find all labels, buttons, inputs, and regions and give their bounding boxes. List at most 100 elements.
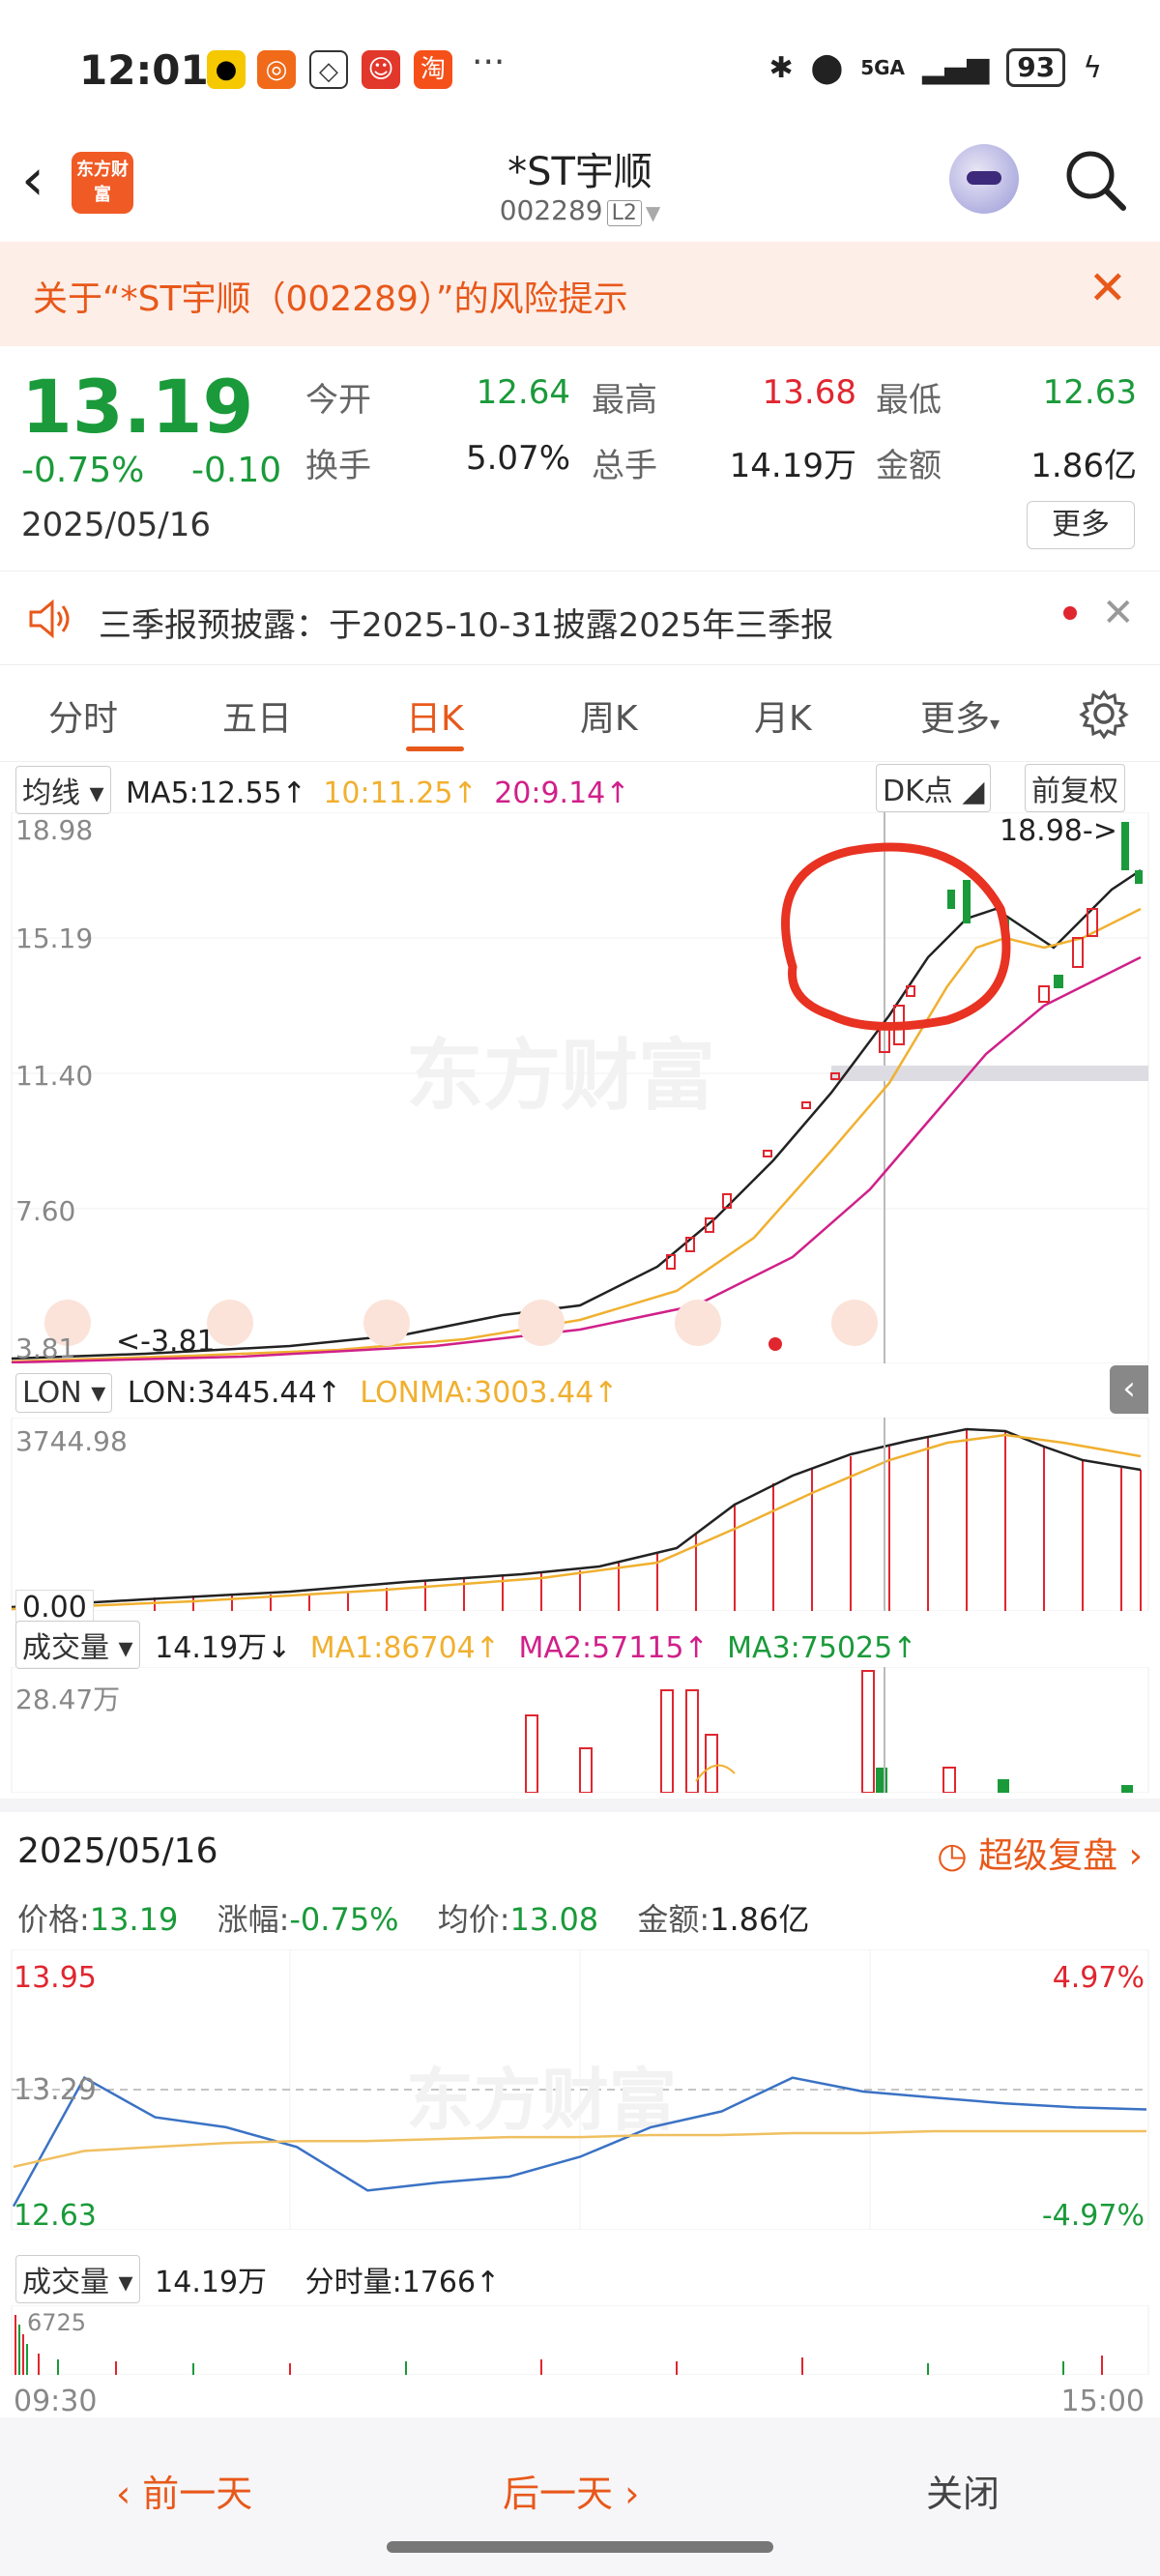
quote-date: 2025/05/16 bbox=[21, 506, 211, 544]
mascot-notification-icon: ☺ bbox=[362, 50, 400, 89]
event-dot bbox=[768, 1337, 782, 1351]
home-indicator[interactable] bbox=[387, 2541, 773, 2553]
ma-select-dropdown[interactable]: 均线 ▾ bbox=[15, 766, 111, 814]
candles bbox=[666, 822, 1143, 1270]
detail-avg: 13.08 bbox=[509, 1901, 599, 1938]
volume-value: 14.19万 bbox=[729, 447, 856, 485]
kline-max-label: 18.98-> bbox=[1000, 814, 1117, 848]
signal-icon: ▂▄▆ bbox=[922, 50, 990, 85]
volume-label: 总手 bbox=[592, 447, 657, 485]
next-day-label: 后一天 bbox=[503, 2473, 614, 2515]
ma-legend: 均线 ▾ MA5:12.55↑ 10:11.25↑ 20:9.14↑ bbox=[15, 766, 629, 814]
turnover-label: 换手 bbox=[305, 447, 371, 485]
kline-y-4: 7.60 bbox=[15, 1195, 76, 1227]
ma-select-label: 均线 bbox=[22, 776, 80, 810]
intraday-y-max: 13.95 bbox=[14, 1961, 97, 1995]
scroll-right-icon[interactable] bbox=[675, 1300, 721, 1346]
day-detail-panel: 2025/05/16 ◷ 超级复盘 › 价格:13.19 涨幅:-0.75% 均… bbox=[0, 1799, 1160, 2437]
intraday-volume-chart bbox=[11, 2305, 1149, 2375]
status-time: 12:01 bbox=[79, 46, 209, 94]
lon-value: LON:3445.44↑ bbox=[127, 1376, 341, 1410]
close-icon[interactable]: ✕ bbox=[1102, 591, 1135, 635]
collapse-panel-icon[interactable]: ‹ bbox=[1110, 1365, 1148, 1414]
tab-weekly-k[interactable]: 周K bbox=[580, 690, 638, 741]
intraday-volume-max: 6725 bbox=[27, 2309, 87, 2336]
gear-icon[interactable] bbox=[1079, 688, 1129, 739]
box-notification-icon: ◇ bbox=[309, 50, 348, 89]
volume-select-dropdown[interactable]: 成交量 ▾ bbox=[15, 1621, 140, 1669]
ma10-line bbox=[11, 907, 1142, 1363]
quote-panel: 13.19 -0.75% -0.10 2025/05/16 今开 12.64 最… bbox=[0, 346, 1160, 559]
intraday-chart[interactable]: 东方财富 bbox=[0, 1949, 1160, 2230]
replay-label: 超级复盘 bbox=[978, 1836, 1118, 1876]
open-value: 12.64 bbox=[476, 373, 570, 412]
time-start: 09:30 bbox=[14, 2385, 98, 2418]
charging-icon: ϟ bbox=[1083, 50, 1102, 85]
hand-drawn-circle bbox=[781, 842, 1011, 1031]
level-badge: L2 bbox=[606, 200, 642, 226]
kline-y-2: 15.19 bbox=[15, 922, 94, 954]
detail-price: 13.19 bbox=[89, 1901, 179, 1938]
tab-more[interactable]: 更多▾ bbox=[920, 690, 1000, 741]
lon-line bbox=[11, 1427, 1142, 1609]
volume-y-max: 28.47万 bbox=[15, 1683, 121, 1715]
change-percent: -0.75% bbox=[21, 451, 145, 490]
adjust-button[interactable]: 前复权 bbox=[1025, 764, 1125, 812]
watermark: 东方财富 bbox=[406, 1031, 715, 1121]
wallet-notification-icon: ◎ bbox=[257, 50, 296, 89]
fullscreen-icon[interactable] bbox=[831, 1300, 878, 1346]
battery-level: 93 bbox=[1006, 48, 1066, 87]
dk-point-button[interactable]: DK点 ◢ bbox=[876, 764, 992, 812]
zoom-in-icon[interactable] bbox=[363, 1300, 410, 1346]
lon-bars bbox=[154, 1429, 1142, 1611]
volume-value: 14.19万↓ bbox=[155, 1631, 292, 1665]
tab-monthly-k[interactable]: 月K bbox=[754, 690, 812, 741]
more-button[interactable]: 更多 bbox=[1027, 501, 1135, 549]
tab-five-day[interactable]: 五日 bbox=[222, 690, 292, 741]
lon-select-dropdown[interactable]: LON ▾ bbox=[15, 1373, 113, 1413]
intraday-volume-select-label: 成交量 bbox=[22, 2266, 109, 2299]
status-bar: 12:01 ● ◎ ◇ ☺ 淘 ··· ✱ ⬤ 5GA ▂▄▆ 93 ϟ bbox=[0, 0, 1160, 140]
close-button[interactable]: 关闭 bbox=[926, 2464, 1000, 2517]
current-price: 13.19 bbox=[21, 364, 254, 450]
intraday-volume-dropdown[interactable]: 成交量 ▾ bbox=[15, 2255, 140, 2303]
intraday-volume-total: 14.19万 bbox=[155, 2266, 268, 2299]
next-day-button[interactable]: 后一天 › bbox=[503, 2464, 639, 2517]
volume-chart bbox=[11, 1667, 1149, 1793]
amount-label: 金额 bbox=[876, 447, 942, 485]
prev-day-label: 前一天 bbox=[142, 2473, 253, 2515]
open-label: 今开 bbox=[305, 381, 371, 420]
tab-intraday[interactable]: 分时 bbox=[48, 690, 118, 741]
network-label: 5GA bbox=[860, 56, 906, 79]
search-icon[interactable] bbox=[1061, 146, 1129, 214]
high-label: 最高 bbox=[592, 381, 657, 420]
kline-y-min: 3.81 bbox=[15, 1332, 76, 1364]
prev-day-button[interactable]: ‹ 前一天 bbox=[116, 2464, 252, 2517]
lonma-value: LONMA:3003.44↑ bbox=[360, 1376, 619, 1410]
bluetooth-icon: ✱ bbox=[768, 50, 794, 85]
detail-chg-label: 涨幅: bbox=[217, 1901, 290, 1938]
kline-y-max: 18.98 bbox=[15, 814, 94, 846]
tab-daily-k[interactable]: 日K bbox=[406, 690, 464, 741]
volume-select-label: 成交量 bbox=[22, 1631, 109, 1665]
turnover-value: 5.07% bbox=[465, 439, 570, 478]
replay-link[interactable]: ◷ 超级复盘 › bbox=[937, 1828, 1143, 1878]
scroll-left-icon[interactable] bbox=[518, 1300, 565, 1346]
kline-y-3: 11.40 bbox=[15, 1060, 94, 1092]
detail-amt: 1.86亿 bbox=[710, 1901, 810, 1938]
location-icon: ⬤ bbox=[810, 50, 844, 85]
close-icon[interactable]: ✕ bbox=[1088, 261, 1127, 315]
intraday-watermark: 东方财富 bbox=[406, 2061, 677, 2140]
speaker-icon bbox=[29, 599, 70, 639]
chevron-right-icon: › bbox=[1128, 1836, 1143, 1876]
intraday-y-min: 12.63 bbox=[14, 2199, 97, 2233]
assistant-robot-icon[interactable] bbox=[949, 144, 1019, 214]
chevron-down-icon: ▼ bbox=[645, 201, 661, 224]
notice-text: 三季报预披露：于2025-10-31披露2025年三季报 bbox=[99, 606, 834, 645]
kline-chart[interactable]: 东方财富 bbox=[0, 812, 1160, 1363]
detail-date: 2025/05/16 bbox=[17, 1831, 218, 1871]
notice-bar[interactable]: 三季报预披露：于2025-10-31披露2025年三季报 ✕ bbox=[0, 571, 1160, 665]
period-tabs: 分时 五日 日K 周K 月K 更多▾ bbox=[0, 667, 1160, 762]
risk-banner[interactable]: 关于“*ST宇顺（002289）”的风险提示 ✕ bbox=[0, 242, 1160, 346]
vol-ma2: MA2:57115↑ bbox=[518, 1631, 709, 1665]
